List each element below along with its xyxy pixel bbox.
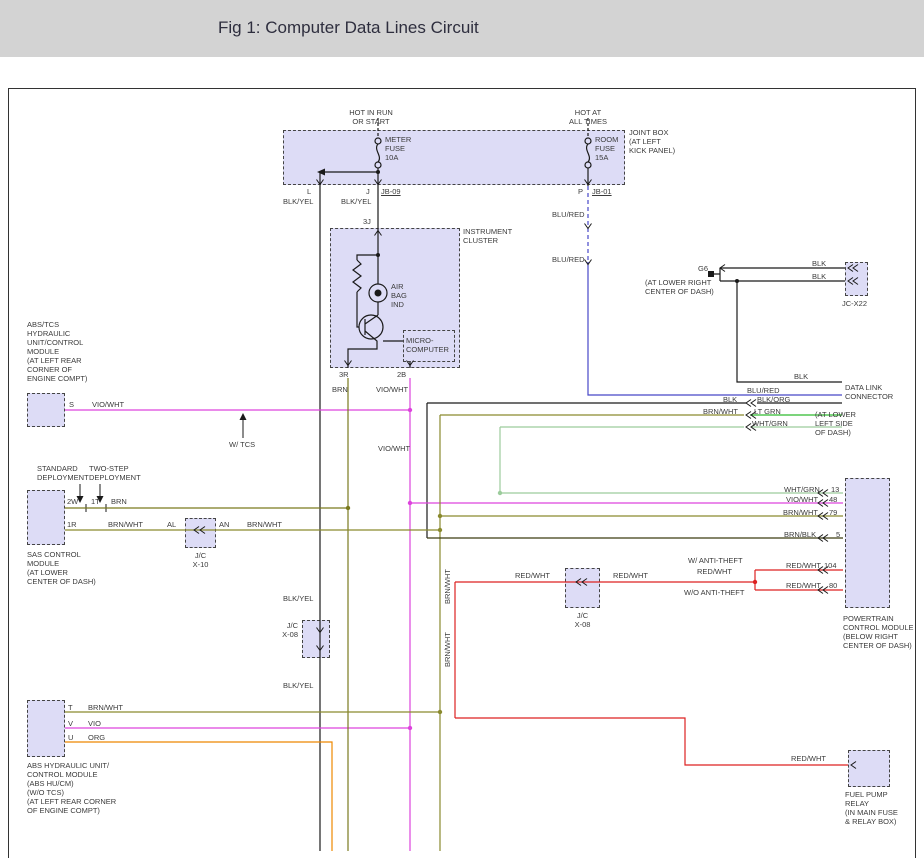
blu-red-wires bbox=[588, 186, 842, 395]
wire-label-blk-4: BLK bbox=[723, 395, 737, 404]
g6-location-label: (AT LOWER RIGHT CENTER OF DASH) bbox=[645, 278, 714, 296]
wire-label-brn-wht-4: BRN/WHT bbox=[783, 508, 818, 517]
jc-x08-right-label: J/C X-08 bbox=[565, 611, 600, 629]
w-tcs-label: W/ TCS bbox=[229, 440, 255, 449]
wire-label-brn-wht-1: BRN/WHT bbox=[108, 520, 143, 529]
joint-box-label: JOINT BOX (AT LEFT KICK PANEL) bbox=[629, 128, 675, 155]
micro-computer-label: MICRO- COMPUTER bbox=[406, 336, 449, 354]
bus-arrowhead bbox=[317, 169, 325, 176]
vio-wht-wires bbox=[65, 378, 843, 851]
pcm-pin-80: 80 bbox=[829, 581, 837, 590]
pin-2w-label: 2W bbox=[67, 497, 78, 506]
wire-label-lt-grn: LT GRN bbox=[754, 407, 781, 416]
pin-s-label: S bbox=[69, 400, 74, 409]
wire-label-blu-red-1: BLU/RED bbox=[552, 210, 585, 219]
jb09-reference-link[interactable]: JB-09 bbox=[381, 187, 401, 196]
data-link-connector-label: DATA LINK CONNECTOR bbox=[845, 383, 893, 401]
wire-label-brn-wht-vert-2: BRN/WHT bbox=[443, 632, 452, 667]
pin-j-label: J bbox=[366, 187, 370, 196]
wire-label-blk-yel-2: BLK/YEL bbox=[341, 197, 371, 206]
pin-3j-label: 3J bbox=[363, 217, 371, 226]
pin-2b-label: 2B bbox=[397, 370, 406, 379]
wire-label-brn-blk: BRN/BLK bbox=[784, 530, 816, 539]
wire-label-red-wht-104: RED/WHT bbox=[786, 561, 821, 570]
wire-label-vio-wht-2: VIO/WHT bbox=[92, 400, 124, 409]
room-fuse-label: ROOM FUSE 15A bbox=[595, 135, 618, 162]
red-wht-wires bbox=[455, 570, 848, 765]
wire-label-brn-1: BRN bbox=[332, 385, 348, 394]
wire-label-blu-red-3: BLU/RED bbox=[747, 386, 780, 395]
wire-label-blk-yel-1: BLK/YEL bbox=[283, 197, 313, 206]
wire-label-wht-grn-2: WHT/GRN bbox=[784, 485, 820, 494]
hot-in-run-label: HOT IN RUN OR START bbox=[336, 108, 406, 126]
standard-deployment-label: STANDARD DEPLOYMENT bbox=[37, 464, 89, 482]
meter-fuse-label: METER FUSE 10A bbox=[385, 135, 411, 162]
pin-t-label: T bbox=[68, 703, 73, 712]
wire-label-red-wht-2: RED/WHT bbox=[613, 571, 648, 580]
pcm-pin-48: 48 bbox=[829, 495, 837, 504]
wire-label-blk-2: BLK bbox=[812, 272, 826, 281]
two-step-deployment-label: TWO-STEP DEPLOYMENT bbox=[89, 464, 141, 482]
jc-x10-label: J/C X-10 bbox=[185, 551, 216, 569]
pcm-pin-13: 13 bbox=[831, 485, 839, 494]
instrument-cluster-label: INSTRUMENT CLUSTER bbox=[463, 227, 512, 245]
pin-al-label: AL bbox=[167, 520, 176, 529]
dlc-location-label: (AT LOWER LEFT SIDE OF DASH) bbox=[815, 410, 856, 437]
pin-l-label: L bbox=[307, 187, 311, 196]
wire-label-brn-wht-vert-1: BRN/WHT bbox=[443, 569, 452, 604]
wire-label-vio-wht-1: VIO/WHT bbox=[376, 385, 408, 394]
wire-label-blu-red-2: BLU/RED bbox=[552, 255, 585, 264]
jc-x22-label: JC-X22 bbox=[842, 299, 867, 308]
wire-label-vio: VIO bbox=[88, 719, 101, 728]
pcm-pin-79: 79 bbox=[829, 508, 837, 517]
pin-p-label: P bbox=[578, 187, 583, 196]
junction-dot bbox=[376, 170, 380, 174]
wire-label-red-wht-3: RED/WHT bbox=[791, 754, 826, 763]
sas-module-label: SAS CONTROL MODULE (AT LOWER CENTER OF D… bbox=[27, 550, 96, 586]
wo-anti-theft-label: W/O ANTI-THEFT bbox=[684, 588, 744, 597]
pin-1t-label: 1T bbox=[91, 497, 100, 506]
pin-an-label: AN bbox=[219, 520, 229, 529]
pcm-pin-5: 5 bbox=[836, 530, 840, 539]
wire-label-blk-org: BLK/ORG bbox=[757, 395, 790, 404]
junction-dot bbox=[376, 253, 380, 257]
abs-bottom-module-label: ABS HYDRAULIC UNIT/ CONTROL MODULE (ABS … bbox=[27, 761, 116, 815]
wire-label-blk-3: BLK bbox=[794, 372, 808, 381]
pin-3r-label: 3R bbox=[339, 370, 349, 379]
brn-wht-wires bbox=[65, 415, 843, 851]
wire-label-red-wht-shared: RED/WHT bbox=[697, 567, 732, 576]
abs-tcs-module-label: ABS/TCS HYDRAULIC UNIT/CONTROL MODULE (A… bbox=[27, 320, 87, 383]
wire-label-red-wht-80: RED/WHT bbox=[786, 581, 821, 590]
g6-ground-label: G6 bbox=[698, 264, 708, 273]
pcm-pin-104: 104 bbox=[824, 561, 837, 570]
wire-label-red-wht-1: RED/WHT bbox=[515, 571, 550, 580]
wire-label-brn-wht-3: BRN/WHT bbox=[703, 407, 738, 416]
pin-1r-label: 1R bbox=[67, 520, 77, 529]
jc-x08-mid-label: J/C X-08 bbox=[272, 621, 298, 639]
wire-label-org: ORG bbox=[88, 733, 105, 742]
pin-u-label: U bbox=[68, 733, 73, 742]
wire-label-brn-wht-2: BRN/WHT bbox=[247, 520, 282, 529]
wire-label-wht-grn-1: WHT/GRN bbox=[752, 419, 788, 428]
pcm-label: POWERTRAIN CONTROL MODULE (BELOW RIGHT C… bbox=[843, 614, 914, 650]
wire-label-vio-wht-3: VIO/WHT bbox=[378, 444, 410, 453]
pin-v-label: V bbox=[68, 719, 73, 728]
wiring-diagram-page: { "header": { "title": "Fig 1: Computer … bbox=[0, 0, 924, 851]
wire-label-blk-yel-3: BLK/YEL bbox=[283, 594, 313, 603]
jb01-reference-link[interactable]: JB-01 bbox=[592, 187, 612, 196]
air-bag-ind-label: AIR BAG IND bbox=[391, 282, 407, 309]
w-anti-theft-label: W/ ANTI-THEFT bbox=[688, 556, 743, 565]
w-tcs-arrowhead bbox=[240, 413, 247, 420]
wire-label-brn-2: BRN bbox=[111, 497, 127, 506]
wire-label-vio-wht-4: VIO/WHT bbox=[786, 495, 818, 504]
wire-label-blk-yel-4: BLK/YEL bbox=[283, 681, 313, 690]
wire-label-brn-wht-5: BRN/WHT bbox=[88, 703, 123, 712]
hot-at-all-times-label: HOT AT ALL TIMES bbox=[553, 108, 623, 126]
fuel-pump-relay-label: FUEL PUMP RELAY (IN MAIN FUSE & RELAY BO… bbox=[845, 790, 898, 826]
junction-dot bbox=[735, 279, 739, 283]
wire-label-blk-1: BLK bbox=[812, 259, 826, 268]
